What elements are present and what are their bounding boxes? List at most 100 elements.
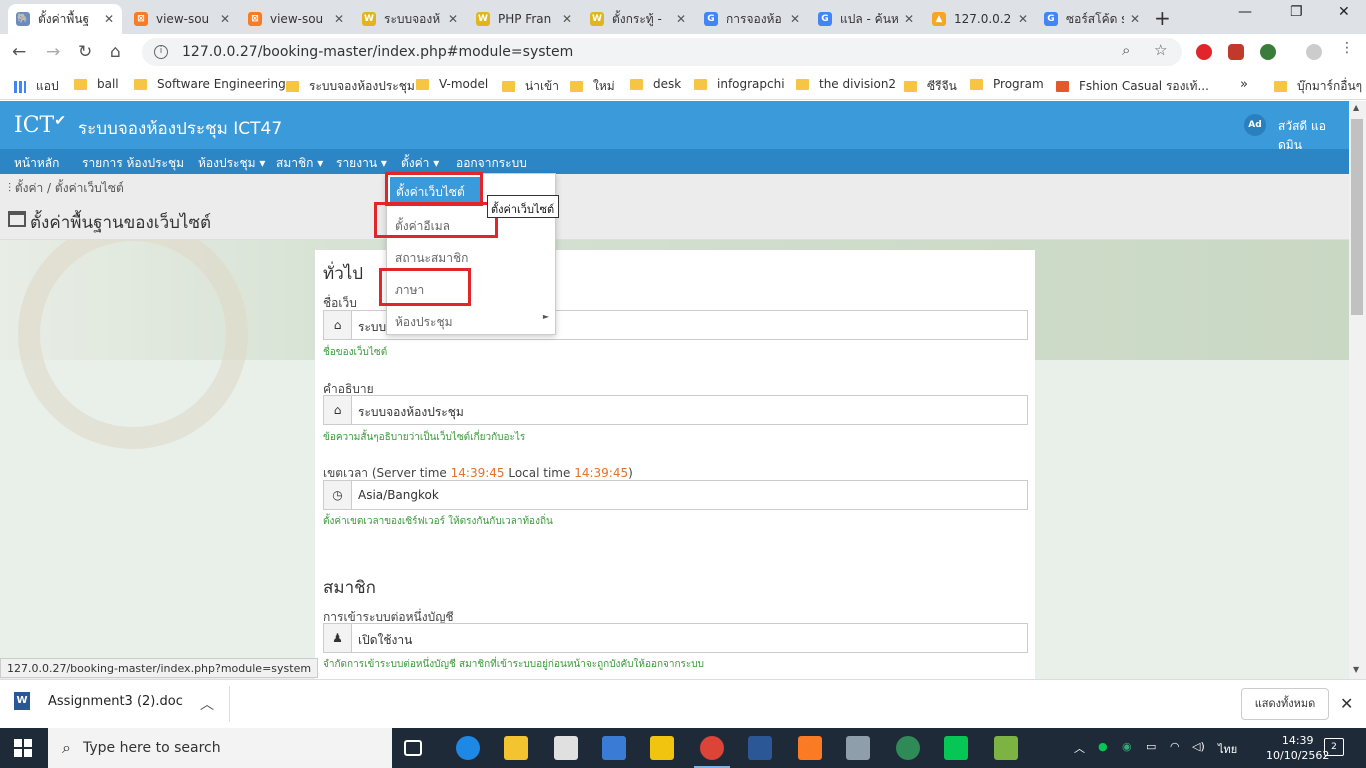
breadcrumb-text[interactable]: ตั้งค่า / ตั้งค่าเว็บไซต์ [15,181,124,195]
close-icon[interactable]: ✕ [1340,694,1353,713]
bookmarks-overflow[interactable]: » [1240,77,1248,92]
tab-4[interactable]: W PHP Fran ✕ [468,4,580,34]
menu-rooms[interactable]: ห้องประชุม ► [387,304,555,334]
paint-icon[interactable] [846,736,870,760]
tab-6[interactable]: G การจองห้อ ✕ [696,4,808,34]
network-app-icon[interactable] [896,736,920,760]
file-explorer-icon[interactable] [504,736,528,760]
tab-2[interactable]: ⊠ view-sou ✕ [240,4,352,34]
nav-settings[interactable]: ตั้งค่า ▾ [401,154,439,173]
notepad-icon[interactable] [994,736,1018,760]
tab-1[interactable]: ⊠ view-sou ✕ [126,4,238,34]
mail-icon[interactable] [554,736,578,760]
menu-icon[interactable]: ⋮ [1340,40,1356,56]
scroll-down-icon[interactable]: ▼ [1353,665,1359,674]
tab-7[interactable]: G แปล - ค้นห ✕ [810,4,922,34]
bookmark-item[interactable]: Software Engineering [134,77,286,91]
close-icon[interactable]: ✕ [904,12,914,26]
close-icon[interactable]: ✕ [334,12,344,26]
close-icon[interactable]: ✕ [1018,12,1028,26]
volume-icon[interactable]: ◁) [1192,740,1205,753]
description-input[interactable]: ⌂ ระบบจองห้องประชุม [323,395,1028,425]
clock[interactable]: 14:39 10/10/2562 [1266,733,1329,763]
forward-icon[interactable]: → [46,42,60,62]
bookmark-item[interactable]: infograpchi [694,77,785,91]
back-icon[interactable]: ← [12,42,26,62]
nav-room-list[interactable]: รายการ ห้องประชุม [82,154,184,173]
nav-home[interactable]: หน้าหลัก [14,154,59,173]
close-icon[interactable]: ✕ [790,12,800,26]
nav-reports[interactable]: รายงาน ▾ [336,154,387,173]
bookmark-apps[interactable]: แอป [14,77,59,96]
store-icon[interactable] [602,736,626,760]
star-icon[interactable]: ☆ [1154,41,1167,59]
zoom-icon[interactable]: ⌕ [1122,41,1130,59]
taskbar-search[interactable]: ⌕ Type here to search [48,728,392,768]
wifi-icon[interactable]: ◠ [1170,740,1180,753]
bookmark-item[interactable]: ใหม่ [570,77,615,96]
close-icon[interactable]: ✕ [1130,12,1140,26]
bookmark-item[interactable]: V-model [416,77,488,91]
minimize-icon[interactable]: — [1238,4,1252,20]
tab-5[interactable]: W ตั้งกระทู้ - ✕ [582,4,694,34]
line-icon[interactable] [944,736,968,760]
nav-logout[interactable]: ออกจากระบบ [456,154,527,173]
scroll-thumb[interactable] [1351,119,1363,315]
nav-members[interactable]: สมาชิก ▾ [276,154,323,173]
windows-start-icon[interactable] [14,739,32,757]
bookmark-item[interactable]: desk [630,77,681,91]
notification-icon[interactable]: 2 [1324,738,1344,756]
close-icon[interactable]: ✕ [562,12,572,26]
other-bookmarks[interactable]: บุ๊กมาร์กอื่นๆ [1274,77,1362,96]
maximize-icon[interactable]: ❐ [1290,4,1303,20]
edge-icon[interactable] [456,736,480,760]
info-icon[interactable]: i [154,45,168,59]
home-icon[interactable]: ⌂ [110,42,121,62]
bookmark-item[interactable]: Fshion Casual รองเท้... [1056,77,1209,96]
download-item[interactable]: W Assignment3 (2).doc [14,692,183,710]
close-icon[interactable]: ✕ [448,12,458,26]
scroll-up-icon[interactable]: ▲ [1353,103,1359,112]
reload-icon[interactable]: ↻ [78,42,92,62]
page-scrollbar[interactable]: ▲ ▼ [1349,101,1366,679]
site-title[interactable]: ระบบจองห้องประชุม ICT47 [78,115,282,142]
tray-app-icon[interactable]: ◉ [1122,740,1132,753]
nav-rooms[interactable]: ห้องประชุม ▾ [198,154,265,173]
bookmark-item[interactable]: ระบบจองห้องประชุม [286,77,415,96]
address-bar[interactable]: i 127.0.0.27/booking-master/index.php#mo… [142,38,1182,66]
chrome-icon[interactable] [694,736,730,768]
menu-member-status[interactable]: สถานะสมาชิก [387,240,555,270]
close-icon[interactable]: ✕ [104,12,114,26]
address-url[interactable]: 127.0.0.27/booking-master/index.php#modu… [182,44,573,60]
site-logo[interactable]: ICT✔ [14,113,66,138]
chevron-up-icon[interactable]: ︿ [1074,740,1085,756]
profile-icon[interactable] [1306,44,1322,60]
timezone-select[interactable]: ◷ Asia/Bangkok [323,480,1028,510]
task-view-icon[interactable] [404,740,422,756]
chevron-up-icon[interactable]: ︿ [200,694,214,714]
window-close-icon[interactable]: ✕ [1338,4,1350,20]
bookmark-item[interactable]: Program [970,77,1044,91]
pdf-icon[interactable] [1228,44,1244,60]
adblock-icon[interactable] [1196,44,1212,60]
star-app-icon[interactable] [650,736,674,760]
bookmark-item[interactable]: ซีรีจีน [904,77,957,96]
new-tab-icon[interactable]: + [1154,6,1171,30]
tab-9[interactable]: G ซอร์สโค้ด s ✕ [1036,4,1148,34]
battery-icon[interactable]: ▭ [1146,740,1156,753]
close-icon[interactable]: ✕ [220,12,230,26]
xampp-icon[interactable] [798,736,822,760]
show-all-button[interactable]: แสดงทั้งหมด [1241,688,1329,720]
avatar[interactable]: Ad [1244,114,1266,136]
bookmark-item[interactable]: น่าเข้า [502,77,559,96]
tab-3[interactable]: W ระบบจองห้ ✕ [354,4,466,34]
login-limit-select[interactable]: ♟ เปิดใช้งาน [323,623,1028,653]
close-icon[interactable]: ✕ [676,12,686,26]
word-icon[interactable] [748,736,772,760]
line-tray-icon[interactable]: ● [1098,740,1108,753]
tab-8[interactable]: ▲ 127.0.0.2 ✕ [924,4,1036,34]
language-indicator[interactable]: ไทย [1218,740,1237,758]
extension-icon[interactable] [1260,44,1276,60]
bookmark-item[interactable]: the division2 [796,77,896,91]
bookmark-item[interactable]: ball [74,77,119,91]
